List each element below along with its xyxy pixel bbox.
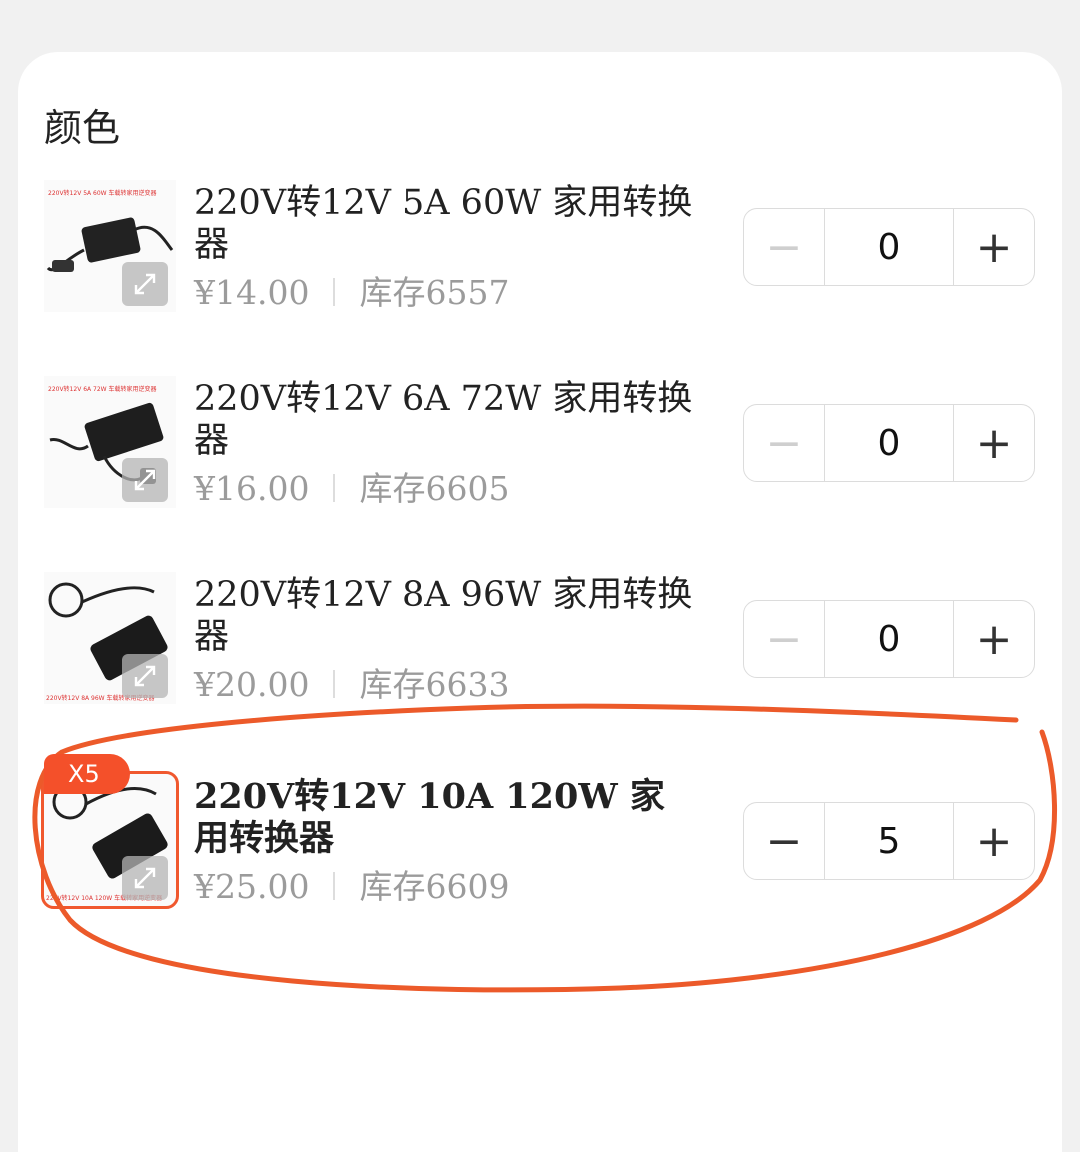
sku-item[interactable]: 220V转12V 8A 96W 车载转家用逆变器 220V转12V 8A 96W…	[0, 572, 1080, 752]
product-thumbnail[interactable]: 220V转12V 6A 72W 车载转家用逆变器	[44, 376, 176, 508]
divider	[333, 872, 336, 900]
quantity-stepper[interactable]: − 0 +	[743, 208, 1035, 286]
stock: 库存6609	[359, 867, 510, 906]
quantity-badge: X5	[44, 754, 130, 794]
stock: 库存6605	[359, 469, 510, 508]
product-name: 220V转12V 8A 96W 家用转换器	[194, 575, 693, 657]
price-stock-line: ¥14.00 库存6557	[194, 266, 509, 314]
expand-icon[interactable]	[122, 262, 168, 306]
increase-button[interactable]: +	[954, 405, 1034, 481]
quantity-value[interactable]: 5	[824, 803, 954, 879]
divider	[333, 474, 336, 502]
product-name: 220V转12V 5A 60W 家用转换器	[194, 183, 693, 265]
expand-icon[interactable]	[122, 458, 168, 502]
section-title: 颜色	[44, 106, 121, 150]
decrease-button[interactable]: −	[744, 601, 824, 677]
decrease-button[interactable]: −	[744, 803, 824, 879]
product-name: 220V转12V 6A 72W 家用转换器	[194, 379, 693, 461]
sku-item-selected[interactable]: X5 220V转12V 10A 120W 车载转家用逆变器 220V转12V 1…	[0, 754, 1080, 954]
stock: 库存6633	[359, 665, 510, 704]
quantity-value[interactable]: 0	[824, 405, 954, 481]
increase-button[interactable]: +	[954, 209, 1034, 285]
thumb-caption: 220V转12V 5A 60W 车载转家用逆变器	[48, 189, 157, 197]
price-stock-line: ¥20.00 库存6633	[194, 658, 509, 706]
product-name: 220V转12V 10A 120W 家用转换器	[194, 776, 665, 859]
increase-button[interactable]: +	[954, 601, 1034, 677]
quantity-stepper[interactable]: − 5 +	[743, 802, 1035, 880]
expand-icon[interactable]	[122, 654, 168, 698]
increase-button[interactable]: +	[954, 803, 1034, 879]
decrease-button[interactable]: −	[744, 209, 824, 285]
price: ¥14.00	[194, 273, 310, 312]
quantity-stepper[interactable]: − 0 +	[743, 404, 1035, 482]
quantity-stepper[interactable]: − 0 +	[743, 600, 1035, 678]
quantity-value[interactable]: 0	[824, 209, 954, 285]
expand-icon[interactable]	[122, 856, 168, 900]
price-stock-line: ¥16.00 库存6605	[194, 462, 509, 510]
product-thumbnail[interactable]: 220V转12V 5A 60W 车载转家用逆变器	[44, 180, 176, 312]
divider	[333, 670, 336, 698]
decrease-button[interactable]: −	[744, 405, 824, 481]
price: ¥16.00	[194, 469, 310, 508]
sku-item[interactable]: 220V转12V 5A 60W 车载转家用逆变器 220V转12V 5A 60W…	[0, 180, 1080, 360]
stock: 库存6557	[359, 273, 510, 312]
price: ¥20.00	[194, 665, 310, 704]
thumb-caption: 220V转12V 6A 72W 车载转家用逆变器	[48, 385, 157, 393]
product-thumbnail[interactable]: 220V转12V 8A 96W 车载转家用逆变器	[44, 572, 176, 704]
price-stock-line: ¥25.00 库存6609	[194, 860, 509, 908]
divider	[333, 278, 336, 306]
sku-item[interactable]: 220V转12V 6A 72W 车载转家用逆变器 220V转12V 6A 72W…	[0, 376, 1080, 556]
price: ¥25.00	[194, 867, 310, 906]
quantity-value[interactable]: 0	[824, 601, 954, 677]
